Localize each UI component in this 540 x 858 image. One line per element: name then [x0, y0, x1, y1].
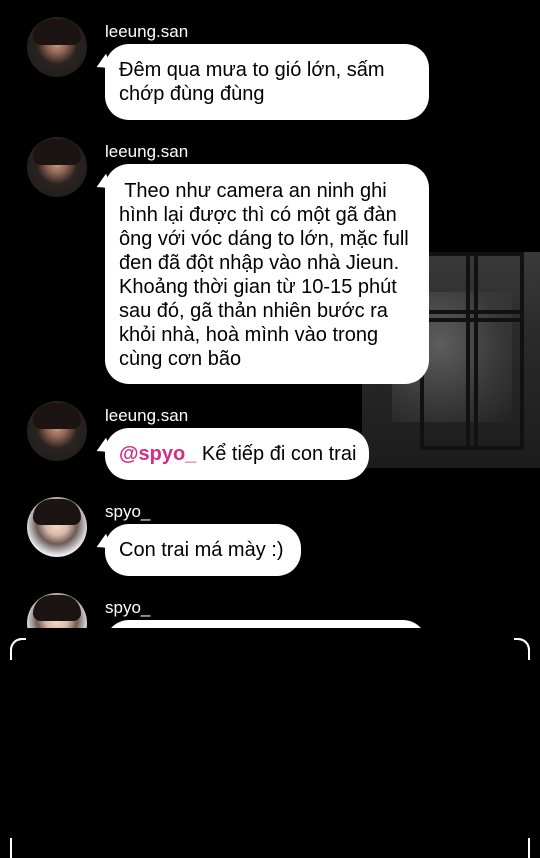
message-bubble: @spyo_ Kể tiếp đi con trai: [93, 428, 369, 480]
message-bubble: Đêm qua mưa to gió lớn, sấm chớp đùng đù…: [93, 44, 429, 120]
avatar[interactable]: [27, 137, 87, 197]
frame-corner-bottom-right: [514, 838, 530, 858]
message-text-line: ông với vóc dáng to lớn, mặc full: [119, 228, 409, 250]
username[interactable]: leeung.san: [105, 142, 188, 162]
username[interactable]: leeung.san: [105, 22, 188, 42]
username[interactable]: spyo_: [105, 598, 150, 618]
frame-corner-bottom-left: [10, 838, 26, 858]
message-text-line: hình lại được thì có một gã đàn: [119, 204, 397, 226]
message-text-line: chớp đùng đùng: [119, 83, 265, 105]
message-text: Kể tiếp đi con trai: [201, 443, 357, 465]
message-bubble: Theo như camera an ninh ghi hình lại đượ…: [93, 164, 429, 384]
message-text-line: cùng cơn bão: [119, 348, 242, 370]
message-text-line: đen đã đột nhập vào nhà Jieun.: [119, 252, 400, 274]
message-text-line: khỏi nhà, hoà mình vào trong: [119, 324, 379, 346]
message-text-line: sau đó, gã thản nhiên bước ra: [119, 300, 388, 322]
bracket-frame: [10, 638, 530, 858]
message-text-line: Khoảng thời gian từ 10-15 phút: [119, 276, 397, 298]
username[interactable]: leeung.san: [105, 406, 188, 426]
message-text-line: Đêm qua mưa to gió lớn, sấm: [119, 59, 385, 81]
avatar[interactable]: [27, 401, 87, 461]
frame-corner-top-left: [10, 638, 26, 660]
message-bubble: Con trai má mày :): [93, 524, 301, 576]
avatar[interactable]: [27, 497, 87, 557]
avatar[interactable]: [27, 17, 87, 77]
message-text: Con trai má mày :): [119, 539, 284, 561]
username[interactable]: spyo_: [105, 502, 150, 522]
mention-link[interactable]: @spyo_: [119, 443, 196, 465]
message-text-line: Theo như camera an ninh ghi: [119, 180, 387, 202]
